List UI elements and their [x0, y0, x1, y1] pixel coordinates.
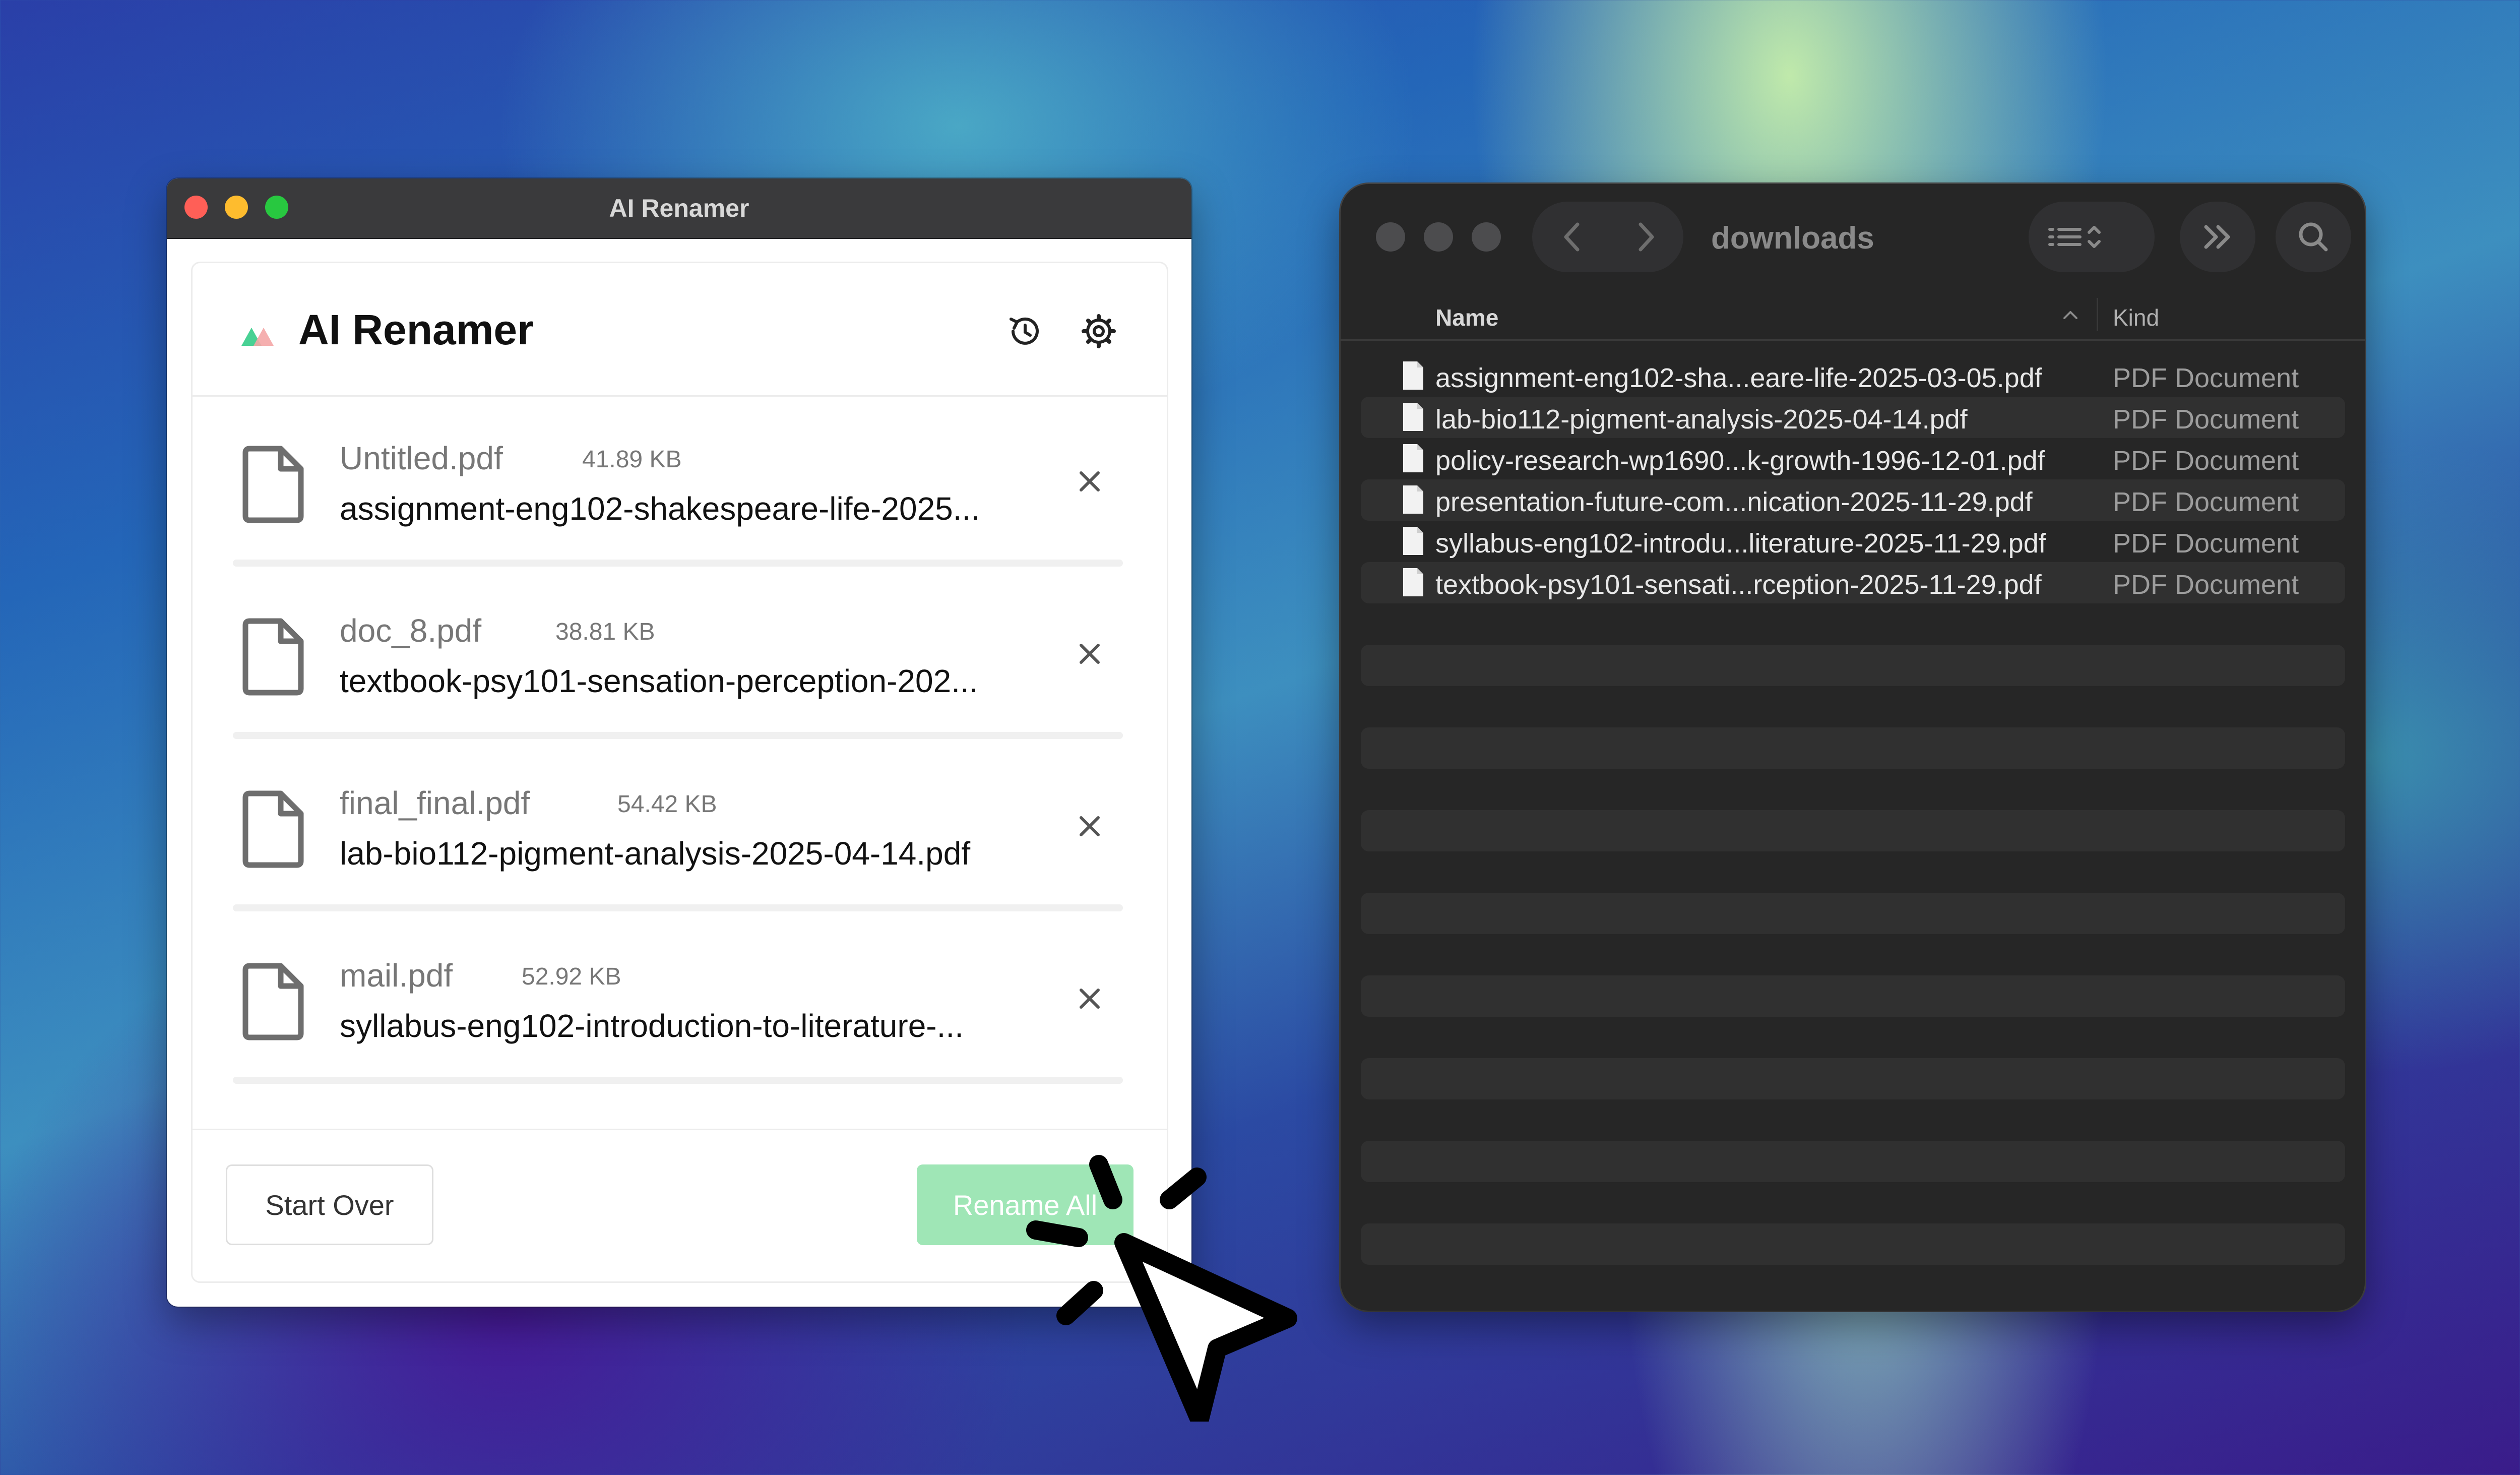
name-column-header[interactable]: Name: [1435, 304, 1498, 331]
file-name: syllabus-eng102-introdu...literature-202…: [1435, 528, 2046, 559]
pdf-file-icon: [1403, 444, 1423, 472]
sort-ascending-icon[interactable]: [2061, 307, 2080, 322]
finder-row[interactable]: lab-bio112-pigment-analysis-2025-04-14.p…: [1361, 397, 2345, 438]
empty-row: [1361, 1141, 2345, 1182]
start-over-button[interactable]: Start Over: [226, 1164, 433, 1245]
empty-row: [1361, 810, 2345, 851]
list-view-icon[interactable]: [2039, 214, 2114, 260]
pdf-file-icon: [1403, 485, 1423, 514]
app-logo-icon: [241, 328, 274, 346]
empty-row: [1361, 1058, 2345, 1099]
file-kind: PDF Document: [2113, 446, 2299, 476]
file-row: mail.pdf 52.92 KB syllabus-eng102-introd…: [233, 912, 1123, 1084]
row-divider: [233, 904, 1123, 911]
document-icon: [242, 618, 304, 696]
empty-row: [1361, 893, 2345, 934]
back-chevron-icon[interactable]: [1550, 214, 1595, 260]
pdf-file-icon: [1403, 361, 1423, 390]
original-filename: mail.pdf: [340, 957, 453, 994]
forward-chevron-icon[interactable]: [1623, 214, 1668, 260]
file-size: 52.92 KB: [522, 963, 621, 990]
window-title: AI Renamer: [609, 194, 749, 222]
finder-row[interactable]: policy-research-wp1690...k-growth-1996-1…: [1361, 438, 2345, 479]
remove-file-icon[interactable]: [1078, 470, 1101, 493]
file-kind: PDF Document: [2113, 487, 2299, 517]
file-name: assignment-eng102-sha...eare-life-2025-0…: [1435, 363, 2042, 393]
empty-row: [1361, 727, 2345, 769]
file-row: doc_8.pdf 38.81 KB textbook-psy101-sensa…: [233, 568, 1123, 739]
close-window-button[interactable]: [1376, 222, 1405, 252]
original-filename: final_final.pdf: [340, 785, 530, 821]
file-size: 38.81 KB: [555, 619, 655, 645]
remove-file-icon[interactable]: [1078, 815, 1101, 838]
suggested-filename: assignment-eng102-shakespeare-life-2025.…: [340, 490, 980, 527]
column-header: Name Kind: [1341, 289, 2365, 341]
empty-row: [1361, 1223, 2345, 1265]
pdf-file-icon: [1403, 527, 1423, 555]
file-size: 41.89 KB: [582, 446, 682, 473]
finder-row[interactable]: assignment-eng102-sha...eare-life-2025-0…: [1361, 355, 2345, 397]
file-kind: PDF Document: [2113, 528, 2299, 559]
pdf-file-icon: [1403, 568, 1423, 596]
minimize-window-button[interactable]: [1424, 222, 1453, 252]
history-icon[interactable]: [1004, 311, 1044, 351]
finder-window: downloads Name Kind assignment-eng102-sh…: [1341, 184, 2365, 1311]
app-title: AI Renamer: [298, 306, 534, 353]
suggested-filename: lab-bio112-pigment-analysis-2025-04-14.p…: [340, 835, 971, 872]
empty-row: [1361, 645, 2345, 686]
panel-header: AI Renamer: [193, 263, 1167, 397]
original-filename: Untitled.pdf: [340, 440, 503, 476]
file-kind: PDF Document: [2113, 363, 2299, 393]
finder-row[interactable]: presentation-future-com...nication-2025-…: [1361, 479, 2345, 521]
pdf-file-icon: [1403, 403, 1423, 431]
row-divider: [233, 1077, 1123, 1084]
file-name: textbook-psy101-sensati...rception-2025-…: [1435, 570, 2042, 600]
finder-row[interactable]: textbook-psy101-sensati...rception-2025-…: [1361, 562, 2345, 603]
title-bar: AI Renamer: [167, 178, 1191, 239]
settings-gear-icon[interactable]: [1079, 311, 1119, 351]
suggested-filename: textbook-psy101-sensation-perception-202…: [340, 663, 978, 699]
search-icon[interactable]: [2291, 214, 2336, 260]
document-icon: [242, 446, 304, 523]
renamer-panel: AI Renamer Untitled.pdf 41.89 KB assignm…: [191, 262, 1168, 1283]
original-filename: doc_8.pdf: [340, 612, 482, 649]
empty-row: [1361, 975, 2345, 1017]
finder-row[interactable]: syllabus-eng102-introdu...literature-202…: [1361, 521, 2345, 562]
document-icon: [242, 963, 304, 1040]
zoom-window-button[interactable]: [1472, 222, 1501, 252]
remove-file-icon[interactable]: [1078, 987, 1101, 1010]
suggested-filename: syllabus-eng102-introduction-to-literatu…: [340, 1008, 964, 1044]
file-name: lab-bio112-pigment-analysis-2025-04-14.p…: [1435, 404, 1968, 435]
document-icon: [242, 790, 304, 868]
file-kind: PDF Document: [2113, 570, 2299, 600]
row-divider: [233, 560, 1123, 567]
ai-renamer-window: AI Renamer AI Renamer Untitled.pdf 41.89…: [167, 178, 1191, 1307]
file-name: presentation-future-com...nication-2025-…: [1435, 487, 2033, 517]
more-chevrons-icon[interactable]: [2195, 214, 2240, 260]
row-divider: [233, 732, 1123, 739]
finder-toolbar: downloads: [1341, 184, 2365, 289]
file-row: Untitled.pdf 41.89 KB assignment-eng102-…: [233, 395, 1123, 567]
click-cursor-icon: [1026, 1155, 1297, 1422]
file-kind: PDF Document: [2113, 404, 2299, 435]
remove-file-icon[interactable]: [1078, 642, 1101, 665]
folder-title: downloads: [1711, 221, 1874, 256]
kind-column-header[interactable]: Kind: [2113, 304, 2159, 331]
file-row: final_final.pdf 54.42 KB lab-bio112-pigm…: [233, 740, 1123, 911]
column-divider[interactable]: [2097, 298, 2098, 331]
file-size: 54.42 KB: [617, 791, 717, 818]
file-name: policy-research-wp1690...k-growth-1996-1…: [1435, 446, 2045, 476]
